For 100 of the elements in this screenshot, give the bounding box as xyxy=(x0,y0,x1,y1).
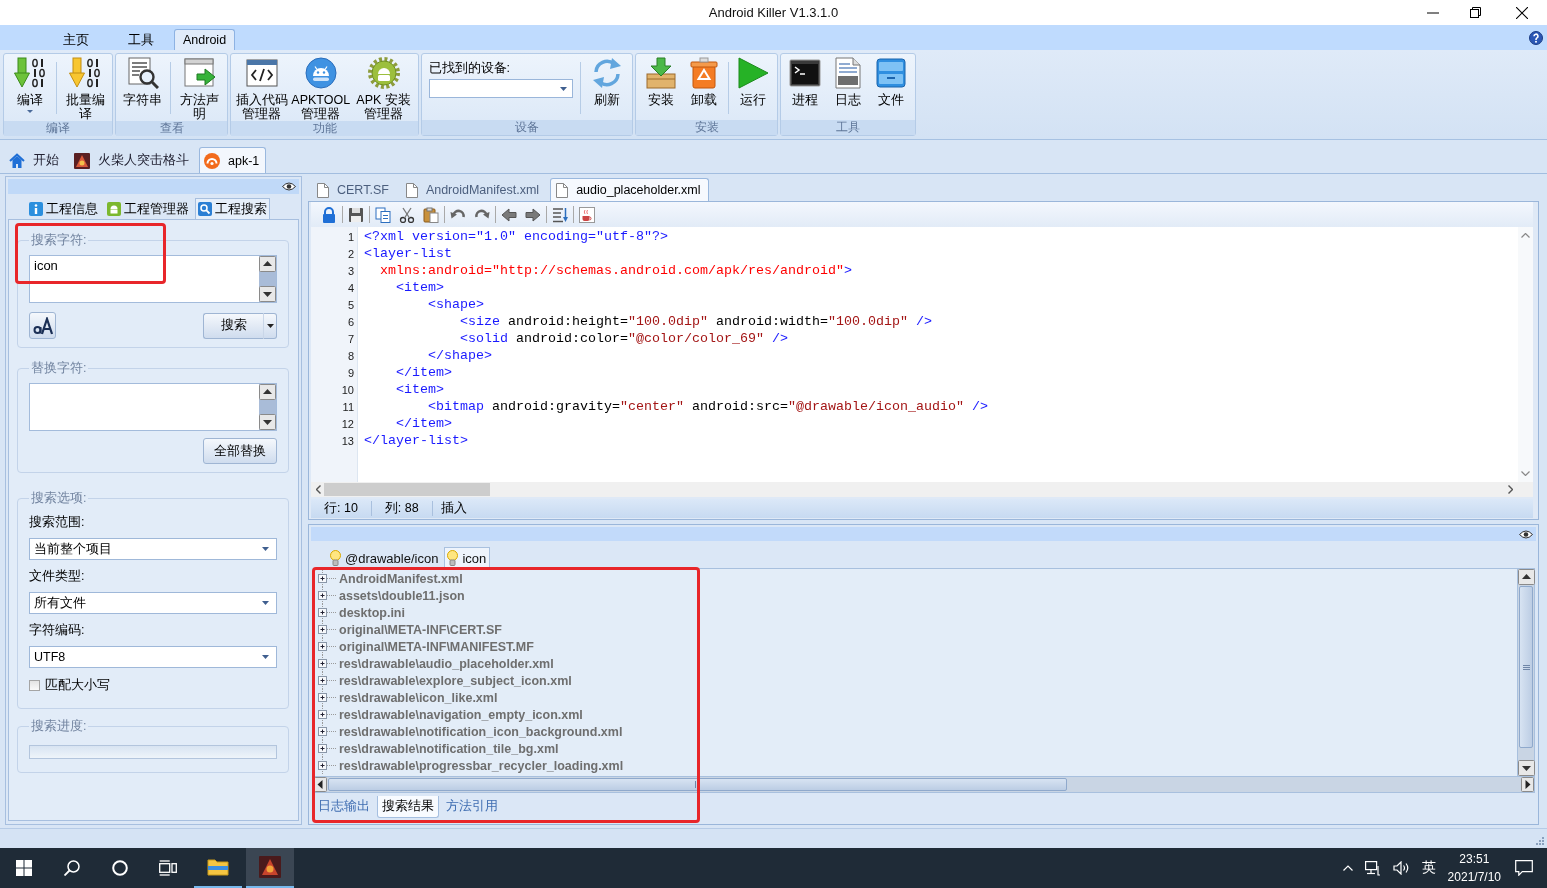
scrollbar[interactable] xyxy=(313,777,1535,793)
result-file[interactable]: res\drawable\audio_placeholder.xml xyxy=(339,656,554,671)
ribbon-button[interactable]: 方法声明 xyxy=(179,56,220,121)
result-file[interactable]: res\drawable\icon_like.xml xyxy=(339,690,498,705)
expand-icon[interactable] xyxy=(317,723,337,740)
ribbon-tab[interactable]: 主页 xyxy=(44,29,107,50)
notification-icon[interactable] xyxy=(1515,860,1533,876)
ribbon-button[interactable]: 日志 xyxy=(829,56,867,107)
dropdown[interactable]: 当前整个项目 xyxy=(29,538,277,560)
ribbon-button[interactable]: 安装 xyxy=(641,56,680,107)
ribbon-tab[interactable]: 工具 xyxy=(109,29,172,50)
ribbon-button[interactable]: 进程 xyxy=(786,56,825,107)
ribbon-button[interactable]: 卸载 xyxy=(684,56,723,107)
editor-tab[interactable]: audio_placeholder.xml xyxy=(550,178,709,201)
expand-icon[interactable] xyxy=(317,587,337,604)
lock-icon[interactable] xyxy=(321,206,337,223)
ribbon-button[interactable]: 字符串 xyxy=(123,56,163,107)
ribbon-button[interactable]: 编译 xyxy=(10,56,49,113)
result-file[interactable]: res\drawable\notification_icon_background.xml xyxy=(339,724,623,739)
expand-icon[interactable] xyxy=(317,689,337,706)
circle-icon[interactable] xyxy=(112,860,128,876)
input-method-indicator[interactable]: 英 xyxy=(1421,859,1436,877)
expand-icon[interactable] xyxy=(317,638,337,655)
search-icon[interactable] xyxy=(64,860,80,876)
result-file[interactable]: desktop.ini xyxy=(339,605,405,620)
back-arrow-icon[interactable] xyxy=(501,206,517,223)
font-button[interactable] xyxy=(29,312,56,339)
result-file[interactable]: assets\double11.json xyxy=(339,588,465,603)
split-dropdown-button[interactable] xyxy=(263,312,277,339)
scrollbar-thumb[interactable] xyxy=(324,483,490,496)
result-file[interactable]: res\drawable\progressbar_recycler_loading.xml xyxy=(339,758,624,773)
ribbon-button[interactable]: APKTOOL管理器 xyxy=(290,56,351,121)
scroll-up-icon[interactable] xyxy=(1518,569,1535,585)
cut-icon[interactable] xyxy=(399,206,415,223)
output-tab[interactable]: 搜索结果 xyxy=(377,796,439,818)
ribbon-button[interactable]: APK 安装管理器 xyxy=(353,56,414,121)
output-tab[interactable]: 日志输出 xyxy=(313,796,375,818)
speaker-icon[interactable] xyxy=(1392,861,1410,875)
scrollbar[interactable] xyxy=(311,482,1533,497)
replace-all-button[interactable]: 全部替换 xyxy=(203,438,277,464)
clock-time[interactable]: 23:51 xyxy=(1459,850,1490,868)
close-icon[interactable] xyxy=(1516,6,1528,19)
result-file[interactable]: original\META-INF\CERT.SF xyxy=(339,622,502,637)
dropdown[interactable]: 所有文件 xyxy=(29,592,277,614)
list-arrows-icon[interactable] xyxy=(552,206,568,223)
dropdown[interactable]: UTF8 xyxy=(29,646,277,668)
expand-icon[interactable] xyxy=(317,604,337,621)
scroll-down-icon[interactable] xyxy=(1518,760,1535,776)
clock-date[interactable]: 2021/7/10 xyxy=(1447,868,1501,886)
ribbon-button[interactable]: 插入代码管理器 xyxy=(235,56,288,121)
result-tab[interactable]: icon xyxy=(444,547,491,568)
expand-icon[interactable] xyxy=(317,672,337,689)
scroll-right-icon[interactable] xyxy=(1508,485,1513,494)
eye-icon[interactable] xyxy=(1519,529,1533,539)
editor-tab[interactable]: AndroidManifest.xml xyxy=(399,178,548,201)
expand-icon[interactable] xyxy=(317,621,337,638)
panel-tab[interactable]: 工程搜索 xyxy=(195,198,270,219)
scrollbar-thumb[interactable] xyxy=(328,778,1067,791)
coffee-cup-icon[interactable] xyxy=(579,206,595,223)
output-tab[interactable]: 方法引用 xyxy=(441,796,503,818)
result-file[interactable]: AndroidManifest.xml xyxy=(339,571,463,586)
panel-tab[interactable]: 工程管理器 xyxy=(104,198,192,219)
task-view-icon[interactable] xyxy=(159,860,177,876)
start-icon[interactable] xyxy=(16,860,32,876)
paste-icon[interactable] xyxy=(423,206,439,223)
document-tab[interactable]: apk-1 xyxy=(199,147,267,173)
ribbon-button[interactable]: 批量编译 xyxy=(65,56,106,121)
chevron-up-icon[interactable] xyxy=(1342,865,1353,871)
network-icon[interactable] xyxy=(1364,860,1381,876)
expand-icon[interactable] xyxy=(317,740,337,757)
restore-icon[interactable] xyxy=(1470,7,1481,18)
checkbox[interactable] xyxy=(29,680,40,691)
result-file[interactable]: res\drawable\navigation_empty_icon.xml xyxy=(339,707,583,722)
forward-arrow-icon[interactable] xyxy=(525,206,541,223)
expand-icon[interactable] xyxy=(317,655,337,672)
result-file[interactable]: original\META-INF\MANIFEST.MF xyxy=(339,639,534,654)
expand-icon[interactable] xyxy=(317,570,337,587)
ribbon-button[interactable]: 刷新 xyxy=(587,56,626,107)
taskbar-button[interactable] xyxy=(246,848,294,888)
scrollbar-thumb[interactable] xyxy=(1519,586,1533,748)
ribbon-button[interactable]: 文件 xyxy=(871,56,910,107)
save-icon[interactable] xyxy=(348,206,364,223)
expand-icon[interactable] xyxy=(317,706,337,723)
result-file[interactable]: res\drawable\explore_subject_icon.xml xyxy=(339,673,572,688)
search-button[interactable]: 搜索 xyxy=(203,312,263,339)
ribbon-button[interactable]: 运行 xyxy=(733,56,772,107)
resize-grip-icon[interactable] xyxy=(1535,836,1544,845)
ribbon-tab[interactable]: Android xyxy=(174,29,236,50)
eye-icon[interactable] xyxy=(282,182,296,191)
document-tab[interactable]: 开始 xyxy=(4,147,66,173)
scrollbar[interactable] xyxy=(1517,569,1534,776)
scroll-right-icon[interactable] xyxy=(1521,777,1534,792)
document-tab[interactable]: 火柴人突击格斗 xyxy=(69,147,196,173)
editor-tab[interactable]: CERT.SF xyxy=(311,178,397,201)
result-tab[interactable]: @drawable/icon xyxy=(327,547,443,568)
copy-icon[interactable] xyxy=(375,206,391,223)
result-file[interactable]: res\drawable\notification_tile_bg.xml xyxy=(339,741,559,756)
scroll-left-icon[interactable] xyxy=(316,485,321,494)
help-icon[interactable] xyxy=(1529,30,1543,45)
panel-tab[interactable]: 工程信息 xyxy=(26,198,101,219)
